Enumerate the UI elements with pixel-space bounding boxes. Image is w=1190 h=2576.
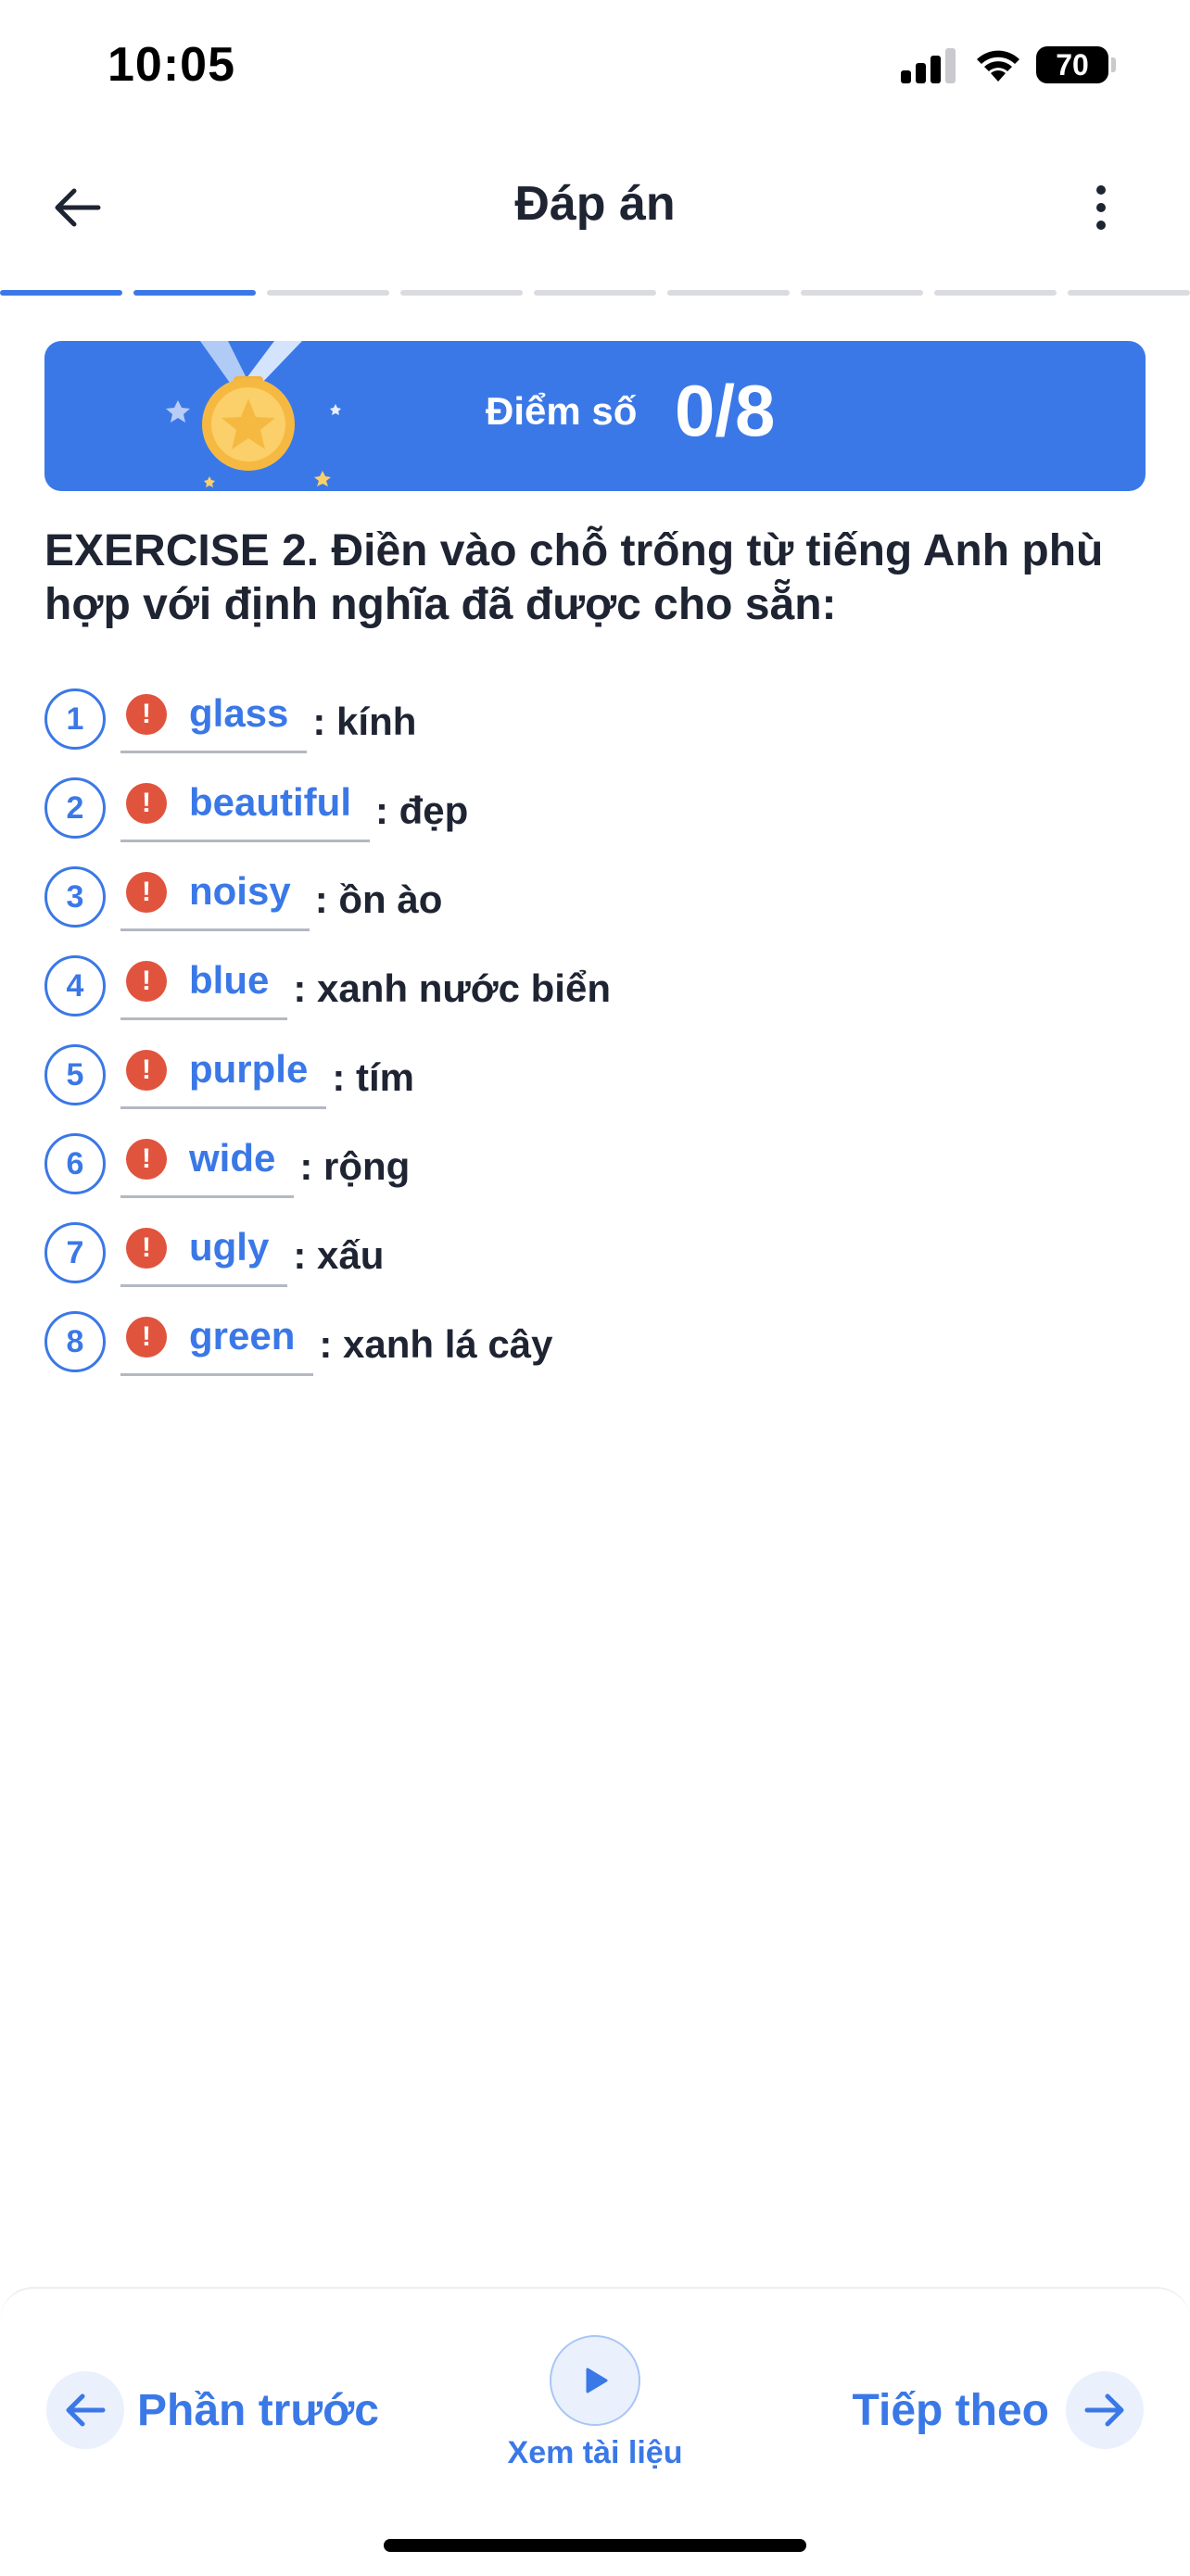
answer-item: 5! purple : tím [44,1030,1147,1119]
answer-item: 4! blue : xanh nước biển [44,941,1147,1030]
answer-item: 2! beautiful : đẹp [44,764,1147,852]
error-icon: ! [126,1050,167,1091]
view-documents-button[interactable]: Xem tài liệu [493,2335,697,2471]
answer-item: 3! noisy : ồn ào [44,852,1147,941]
question-number: 7 [44,1222,106,1283]
definition-text: : ồn ào [314,878,443,921]
definition-text: : xanh nước biển [293,966,611,1010]
question-number: 8 [44,1311,106,1372]
answer-field[interactable]: ! glass [120,685,308,753]
definition-text: : xanh lá cây [319,1322,553,1366]
progress-segment [0,290,122,296]
answer-word: purple [189,1046,309,1091]
progress-segment [1068,290,1190,296]
question-number: 1 [44,688,106,750]
answer-field[interactable]: ! wide [120,1130,295,1198]
status-bar: 10:05 70 [0,0,1190,139]
answer-field[interactable]: ! green [120,1307,314,1376]
progress-segment [133,290,256,296]
error-icon: ! [126,1317,167,1357]
previous-part-label: Phần trước [137,2385,379,2435]
arrow-left-circle-icon [46,2371,124,2449]
exercise-title: EXERCISE 2. Điền vào chỗ trống từ tiếng … [44,526,1104,629]
answer-list: 1! glass : kính 2! beautiful : đẹp 3! noisy : ồn… [44,675,1147,1386]
progress-segment [267,290,389,296]
question-number: 2 [44,777,106,839]
definition-text: : rộng [299,1144,411,1188]
more-options-button[interactable] [1071,174,1131,241]
definition-text: : tím [332,1055,414,1099]
bottom-navigation-bar: Phần trước Xem tài liệu Tiếp theo [0,2287,1190,2576]
home-indicator [384,2539,806,2552]
question-number: 4 [44,955,106,1017]
more-vertical-icon [1096,185,1106,195]
answer-field[interactable]: ! beautiful [120,774,370,842]
cellular-signal-icon [901,46,956,83]
battery-icon: 70 [1036,46,1108,83]
play-icon [550,2335,640,2426]
progress-segment [934,290,1057,296]
question-number: 5 [44,1044,106,1105]
error-icon: ! [126,1139,167,1180]
error-icon: ! [126,783,167,824]
previous-part-button[interactable]: Phần trước [46,2368,379,2452]
error-icon: ! [126,872,167,913]
definition-text: : đẹp [375,789,469,832]
error-icon: ! [126,1228,167,1269]
definition-text: : kính [312,700,417,743]
question-number: 3 [44,866,106,928]
status-time: 10:05 [108,38,235,92]
answer-word: glass [189,690,289,735]
answer-word: beautiful [189,779,351,824]
progress-segment [667,290,790,296]
battery-cap [1111,57,1116,72]
medal-icon [166,341,341,487]
next-button[interactable]: Tiếp theo [853,2368,1144,2452]
wifi-icon [977,50,1019,82]
answer-word: green [189,1313,296,1357]
answer-word: blue [189,957,270,1002]
answer-item: 7! ugly : xấu [44,1208,1147,1297]
progress-segment [400,290,523,296]
arrow-right-circle-icon [1066,2371,1144,2449]
answer-word: noisy [189,868,291,913]
answer-field[interactable]: ! blue [120,952,288,1020]
next-label: Tiếp theo [852,2385,1049,2435]
view-documents-label: Xem tài liệu [507,2435,683,2470]
answer-item: 6! wide : rộng [44,1119,1147,1208]
question-number: 6 [44,1133,106,1194]
answer-item: 1! glass : kính [44,675,1147,764]
answer-item: 8! green : xanh lá cây [44,1297,1147,1386]
error-icon: ! [126,961,167,1002]
page-title: Đáp án [514,177,676,231]
answer-field[interactable]: ! noisy [120,863,310,931]
definition-text: : xấu [293,1233,385,1277]
score-value: 0/8 [675,370,776,451]
answer-word: wide [189,1135,276,1180]
error-icon: ! [126,694,167,735]
score-banner: Điểm số 0/8 [44,341,1146,491]
score-label: Điểm số [486,389,638,433]
header: Đáp án [0,158,1190,259]
answer-field[interactable]: ! ugly [120,1219,288,1287]
answer-word: ugly [189,1224,270,1269]
progress-segment [801,290,923,296]
answer-field[interactable]: ! purple [120,1041,327,1109]
progress-segment [534,290,656,296]
progress-indicator [0,290,1190,296]
